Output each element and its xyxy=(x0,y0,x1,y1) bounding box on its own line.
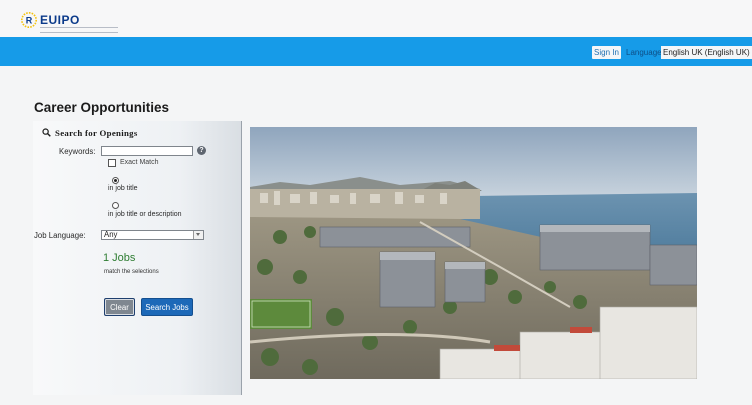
logo-subline xyxy=(40,27,118,33)
clear-button[interactable]: Clear xyxy=(104,298,135,316)
exact-match-checkbox[interactable] xyxy=(108,159,116,167)
language-select[interactable]: English UK (English UK) ∨ xyxy=(661,46,752,59)
office-campus-photo xyxy=(250,127,697,379)
page-title: Career Opportunities xyxy=(34,100,170,115)
keywords-label: Keywords: xyxy=(59,147,96,156)
job-language-select[interactable]: Any xyxy=(101,230,204,240)
eu-stars-logo-icon: R xyxy=(21,12,37,28)
exact-match-label: Exact Match xyxy=(120,159,159,166)
svg-text:R: R xyxy=(26,16,33,26)
search-jobs-button[interactable]: Search Jobs xyxy=(141,298,193,316)
page: R EUIPO Sign In Language English UK (Eng… xyxy=(0,0,752,405)
language-label: Language xyxy=(626,48,662,57)
radio-in-job-title[interactable] xyxy=(112,177,119,184)
radio-in-title-or-description[interactable] xyxy=(112,202,119,209)
chevron-down-icon xyxy=(193,231,203,239)
help-icon[interactable]: ? xyxy=(197,146,206,155)
job-language-label: Job Language: xyxy=(34,231,86,240)
job-language-value: Any xyxy=(104,230,118,239)
keywords-input[interactable] xyxy=(101,146,193,156)
sign-in-link[interactable]: Sign In xyxy=(592,46,621,59)
search-heading: Search for Openings xyxy=(55,128,138,138)
top-header: R EUIPO xyxy=(0,0,752,37)
radio-in-job-title-label: in job title xyxy=(108,185,138,192)
euipo-logo[interactable]: R EUIPO xyxy=(21,11,118,33)
jobs-count-subtitle: match the selections xyxy=(104,269,159,275)
radio-in-title-or-description-label: in job title or description xyxy=(108,211,182,218)
jobs-count: 1 Jobs xyxy=(103,252,136,264)
logo-text: EUIPO xyxy=(40,13,80,27)
magnifier-icon xyxy=(42,128,51,137)
office-campus-photo-illustration xyxy=(250,127,697,379)
